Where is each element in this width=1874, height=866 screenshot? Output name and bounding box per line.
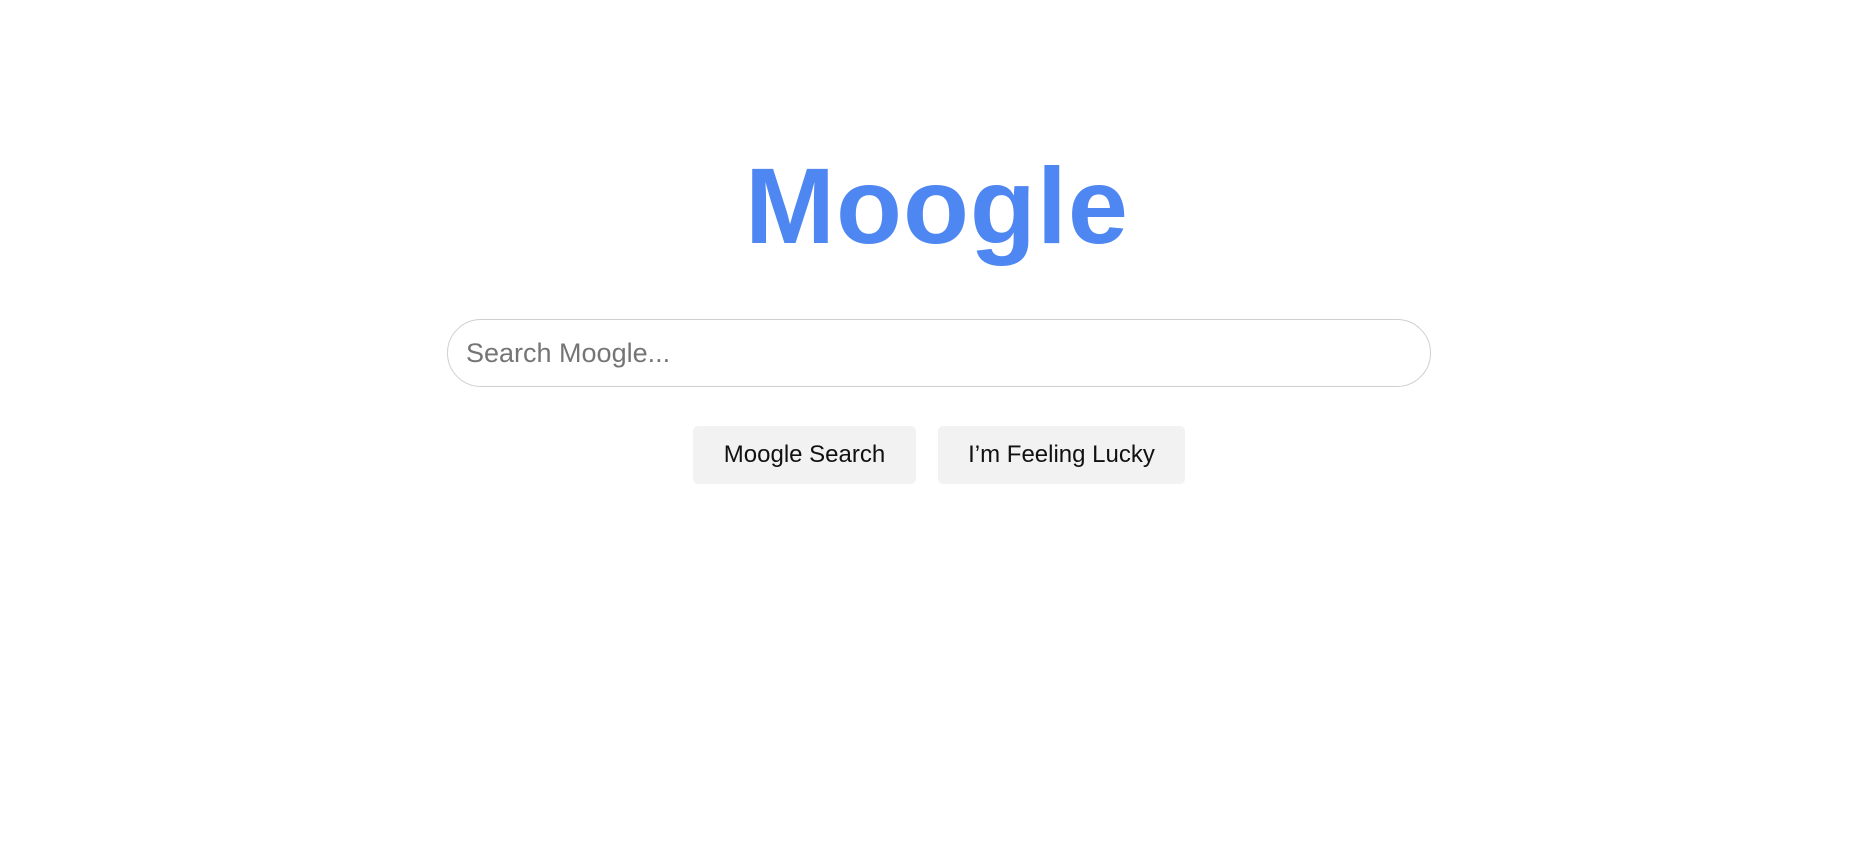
feeling-lucky-button-label: I’m Feeling Lucky bbox=[968, 441, 1155, 468]
search-buttons: Moogle Search I’m Feeling Lucky bbox=[0, 426, 1874, 484]
search-input[interactable] bbox=[466, 320, 1406, 386]
moogle-search-button[interactable]: Moogle Search bbox=[693, 426, 916, 484]
feeling-lucky-button[interactable]: I’m Feeling Lucky bbox=[938, 426, 1185, 484]
moogle-logo: Moogle bbox=[745, 145, 1129, 266]
search-box[interactable] bbox=[447, 319, 1431, 387]
search-home-page: Moogle Moogle Search I’m Feeling Lucky bbox=[0, 0, 1874, 866]
moogle-search-button-label: Moogle Search bbox=[723, 441, 886, 468]
